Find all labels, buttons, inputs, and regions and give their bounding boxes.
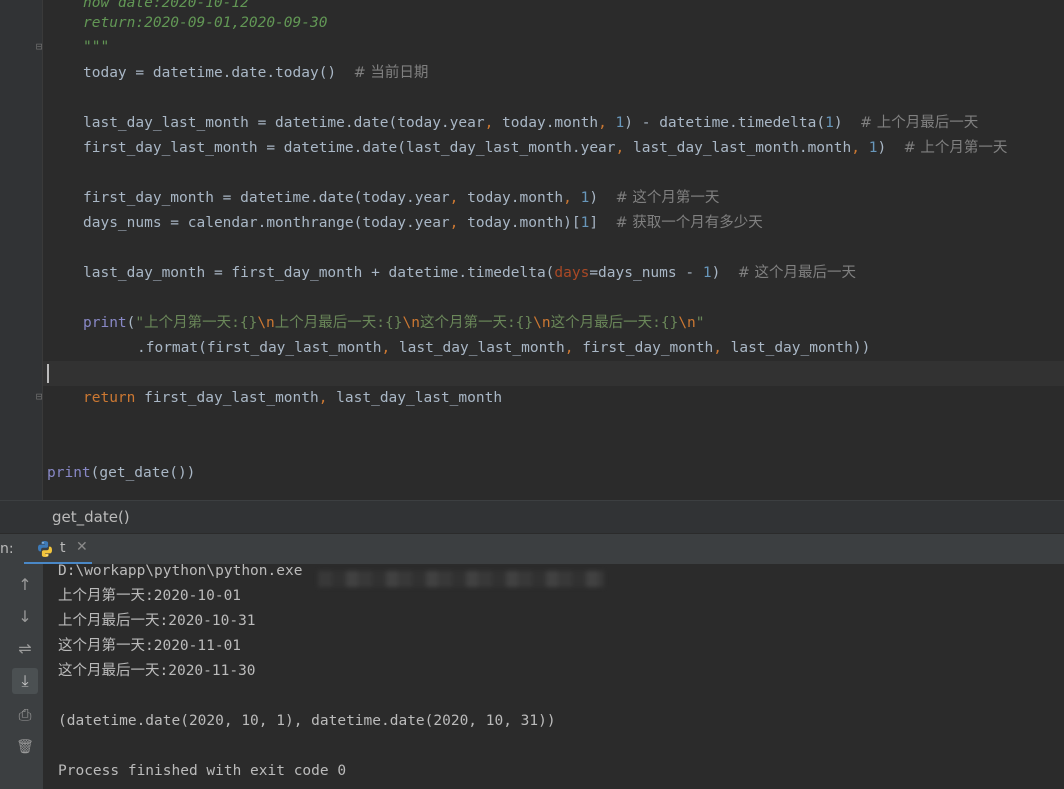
code-line: return first_day_last_month, last_day_la… [83,390,503,406]
console-line: 这个月第一天:2020-11-01 [58,638,242,654]
print-icon[interactable]: ⎙ [12,702,38,728]
breadcrumb-item[interactable]: get_date() [52,508,130,526]
fold-marker-icon[interactable]: ⊟ [33,391,45,403]
code-editor[interactable]: ⊟ ⊟ now date:2020-10-12 return:2020-09-0… [0,0,1064,500]
text-caret [47,364,49,383]
code-line: last_day_last_month = datetime.date(toda… [83,115,979,131]
console-line: Process finished with exit code 0 [58,763,347,779]
console-line: D:\workapp\python\python.exe [58,563,303,579]
run-tab-label: t [60,540,66,556]
console-line: (datetime.date(2020, 10, 1), datetime.da… [58,713,556,729]
docstring-line: """ [83,39,110,55]
current-line-highlight [43,361,1064,386]
breadcrumb[interactable]: get_date() [0,500,1064,533]
fold-marker-icon[interactable]: ⊟ [33,41,45,53]
code-line: first_day_month = datetime.date(today.ye… [83,190,720,206]
code-line: print(get_date()) [47,465,196,481]
docstring-line: return:2020-09-01,2020-09-30 [83,15,328,31]
blurred-region [318,571,604,587]
gutter-divider [42,0,43,500]
python-icon [38,541,52,557]
code-line: .format(first_day_last_month, last_day_l… [137,340,871,356]
code-line: days_nums = calendar.monthrange(today.ye… [83,215,763,231]
arrow-down-icon[interactable]: ↓ [12,604,38,630]
run-label: n: [0,541,14,557]
run-tool-window-header: n: t ✕ [0,533,1064,565]
scroll-to-end-icon[interactable]: ⤓ [12,668,38,694]
arrow-up-icon[interactable]: ↑ [12,572,38,598]
editor-gutter[interactable] [0,0,42,500]
console-output[interactable]: D:\workapp\python\python.exe 上个月第一天:2020… [43,563,1064,789]
console-line: 上个月最后一天:2020-10-31 [58,613,256,629]
docstring-line: now date:2020-10-12 [83,0,249,11]
soft-wrap-icon[interactable]: ⇌ [12,636,38,662]
code-line: print("上个月第一天:{}\n上个月最后一天:{}\n这个月第一天:{}\… [83,315,705,331]
code-line: first_day_last_month = datetime.date(las… [83,140,1008,156]
code-line: today = datetime.date.today() # 当前日期 [83,65,429,81]
close-icon[interactable]: ✕ [76,539,88,555]
code-line: last_day_month = first_day_month + datet… [83,265,857,281]
run-toolbar: ↑ ↓ ⇌ ⤓ ⎙ 🗑 [0,564,43,789]
console-line: 上个月第一天:2020-10-01 [58,588,242,604]
trash-icon[interactable]: 🗑 [12,734,38,760]
console-line: 这个月最后一天:2020-11-30 [58,663,256,679]
